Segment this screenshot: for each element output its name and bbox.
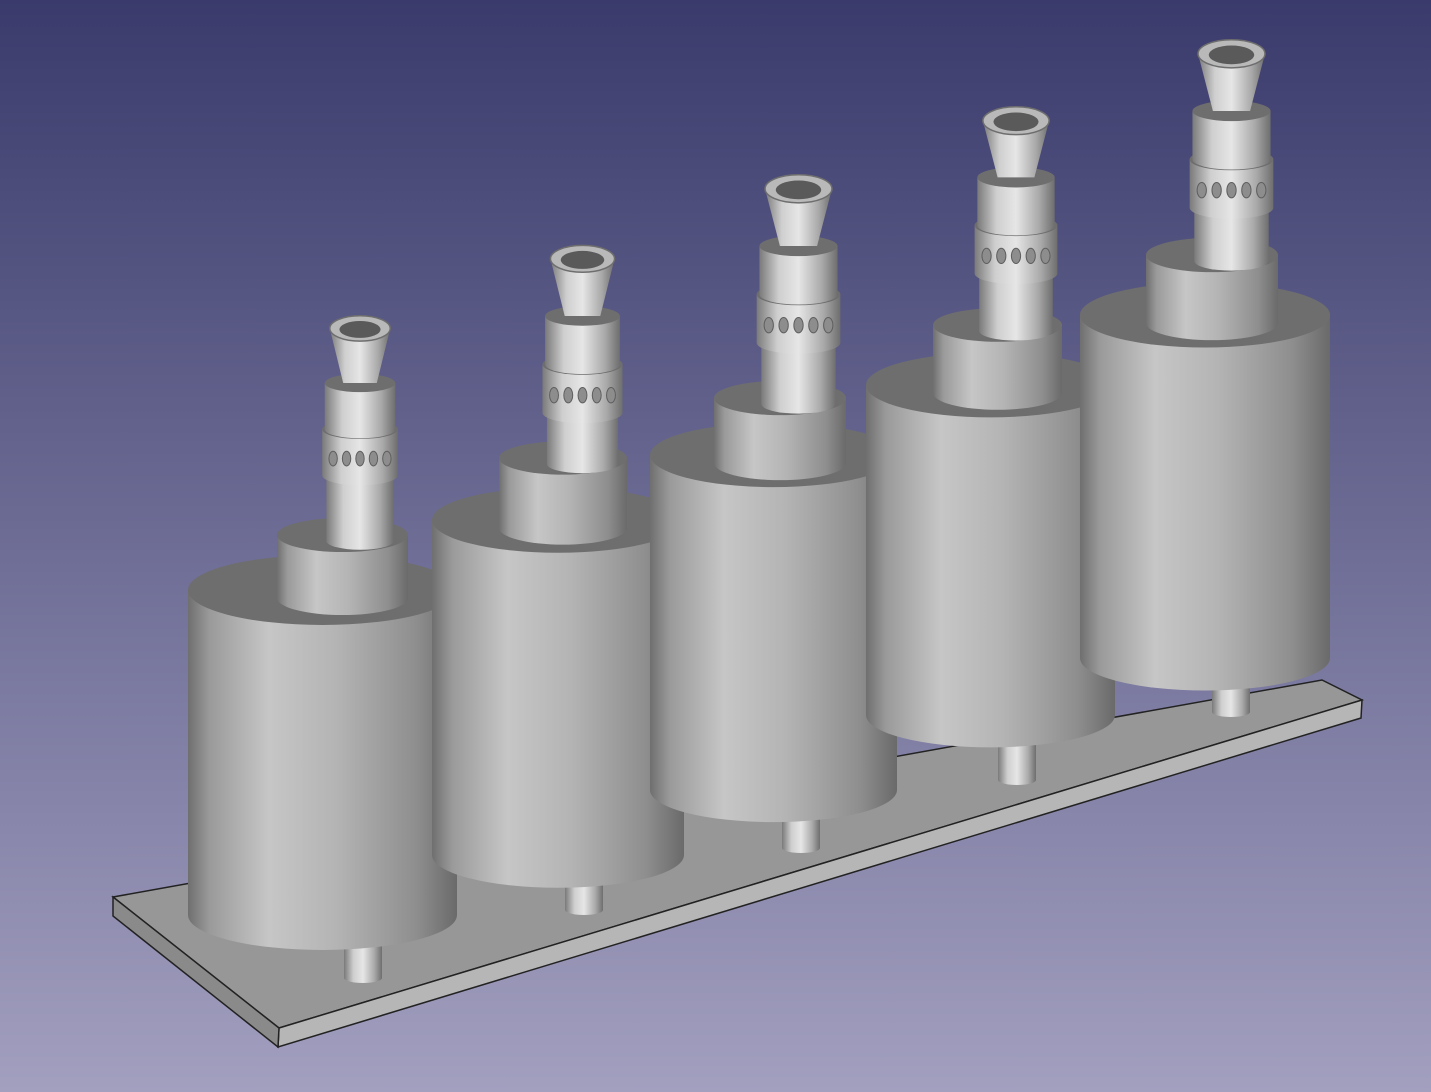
nozzle-bore [775, 180, 822, 200]
nozzle-slot [341, 450, 352, 467]
nozzle-slot [382, 450, 392, 467]
nozzle-slot [1196, 182, 1207, 199]
nozzle-slot [1040, 247, 1051, 265]
nozzle-slot [591, 387, 602, 404]
nozzle-slot [355, 450, 365, 467]
nozzle-slot [1010, 247, 1022, 265]
nozzle-bore [560, 250, 605, 269]
nozzle-slot [1025, 247, 1036, 265]
model-scene[interactable] [0, 0, 1431, 1092]
nozzle-bore [1208, 45, 1255, 65]
outer-cylinder-body [866, 385, 1115, 748]
outer-cylinder-body [650, 455, 897, 823]
nozzle-slot [823, 317, 834, 334]
nozzle-slot [1256, 182, 1267, 199]
3d-viewport[interactable] [0, 0, 1431, 1092]
nozzle-slot [1211, 182, 1222, 199]
nozzle-slot [981, 247, 992, 265]
nozzle-slot [549, 387, 559, 404]
nozzle-slot [1226, 182, 1237, 199]
nozzle-slot [763, 317, 774, 334]
nozzle-slot [793, 317, 804, 334]
outer-cylinder-body [188, 590, 457, 950]
nozzle-slot [808, 317, 819, 334]
nozzle-bore [339, 320, 381, 338]
nozzle-slot [996, 247, 1007, 265]
nozzle-slot [577, 387, 588, 404]
nozzle-slot [368, 450, 379, 467]
nozzle-bore [993, 112, 1039, 132]
outer-cylinder-body [432, 520, 684, 888]
nozzle-slot [606, 387, 616, 404]
nozzle-slot [328, 450, 338, 467]
nozzle-slot [778, 317, 789, 334]
nozzle-slot [1241, 182, 1252, 199]
outer-cylinder-body [1080, 315, 1330, 691]
nozzle-slot [563, 387, 574, 404]
